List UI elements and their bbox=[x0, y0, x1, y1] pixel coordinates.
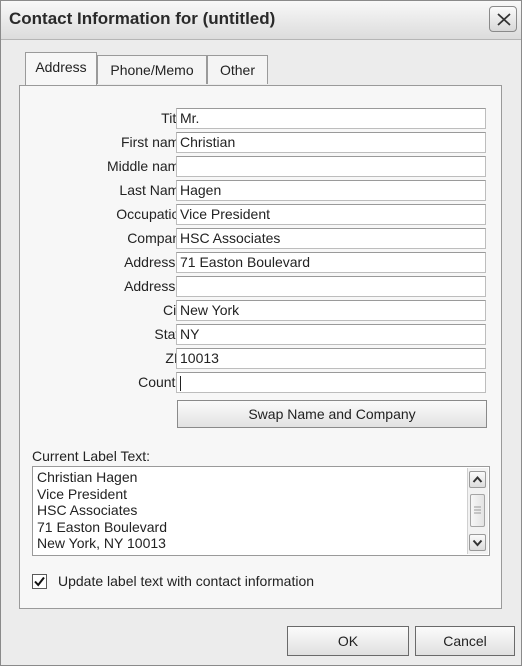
city-field[interactable]: New York bbox=[176, 300, 486, 321]
scroll-up-button[interactable] bbox=[469, 471, 486, 488]
label-line: HSC Associates bbox=[37, 502, 138, 518]
city-row: City: New York bbox=[20, 300, 503, 322]
first-name-row: First name: Christian bbox=[20, 132, 503, 154]
update-label-text: Update label text with contact informati… bbox=[58, 573, 315, 589]
zip-field[interactable]: 10013 bbox=[176, 348, 486, 369]
scroll-thumb[interactable] bbox=[470, 494, 485, 527]
label-line: Vice President bbox=[37, 485, 128, 502]
address-2-field[interactable] bbox=[176, 276, 486, 297]
label-text-lines: Christian Hagen Vice President HSC Assoc… bbox=[37, 469, 167, 552]
tab-other[interactable]: Other bbox=[207, 55, 268, 84]
last-name-row: Last Name: Hagen bbox=[20, 180, 503, 202]
current-label-heading: Current Label Text: bbox=[32, 448, 151, 464]
label-line: New York, NY 10013 bbox=[37, 535, 166, 551]
dialog-title: Contact Information for (untitled) bbox=[9, 9, 276, 28]
close-icon bbox=[497, 13, 511, 26]
update-label-checkbox[interactable] bbox=[32, 574, 47, 589]
middle-name-field[interactable] bbox=[176, 156, 486, 177]
label-line: Christian Hagen bbox=[37, 469, 138, 485]
close-button[interactable] bbox=[489, 6, 517, 32]
arrow-down-icon bbox=[472, 539, 483, 547]
title-row: Title: Mr. bbox=[20, 108, 503, 130]
address-2-row: Address 2: bbox=[20, 276, 503, 298]
last-name-field[interactable]: Hagen bbox=[176, 180, 486, 201]
state-field[interactable]: NY bbox=[176, 324, 486, 345]
tab-address[interactable]: Address bbox=[25, 52, 97, 85]
title-field[interactable]: Mr. bbox=[176, 108, 486, 129]
company-field[interactable]: HSC Associates bbox=[176, 228, 486, 249]
country-field[interactable] bbox=[176, 372, 486, 393]
arrow-up-icon bbox=[472, 475, 483, 483]
occupation-row: Occupation: Vice President bbox=[20, 204, 503, 226]
address-panel: Title: Mr. First name: Christian Middle … bbox=[19, 85, 502, 609]
scroll-down-button[interactable] bbox=[469, 534, 486, 551]
company-row: Company: HSC Associates bbox=[20, 228, 503, 250]
address-1-row: Address 1: 71 Easton Boulevard bbox=[20, 252, 503, 274]
state-row: State: NY bbox=[20, 324, 503, 346]
swap-name-company-button[interactable]: Swap Name and Company bbox=[177, 400, 487, 428]
label-text-area[interactable]: Christian Hagen Vice President HSC Assoc… bbox=[32, 466, 490, 556]
label-line: 71 Easton Boulevard bbox=[37, 518, 167, 535]
grip-icon bbox=[474, 506, 481, 514]
first-name-field[interactable]: Christian bbox=[176, 132, 486, 153]
ok-button[interactable]: OK bbox=[287, 626, 409, 656]
checkmark-icon bbox=[34, 576, 45, 587]
zip-row: ZIP: 10013 bbox=[20, 348, 503, 370]
vertical-scrollbar[interactable] bbox=[467, 468, 488, 554]
address-1-field[interactable]: 71 Easton Boulevard bbox=[176, 252, 486, 273]
country-row: Country: bbox=[20, 372, 503, 394]
title-bar[interactable]: Contact Information for (untitled) bbox=[1, 1, 521, 40]
middle-name-row: Middle name: bbox=[20, 156, 503, 178]
tab-phone-memo[interactable]: Phone/Memo bbox=[97, 55, 207, 84]
text-caret bbox=[180, 375, 181, 391]
contact-info-dialog: Contact Information for (untitled) Addre… bbox=[0, 0, 522, 666]
occupation-field[interactable]: Vice President bbox=[176, 204, 486, 225]
cancel-button[interactable]: Cancel bbox=[415, 626, 515, 656]
